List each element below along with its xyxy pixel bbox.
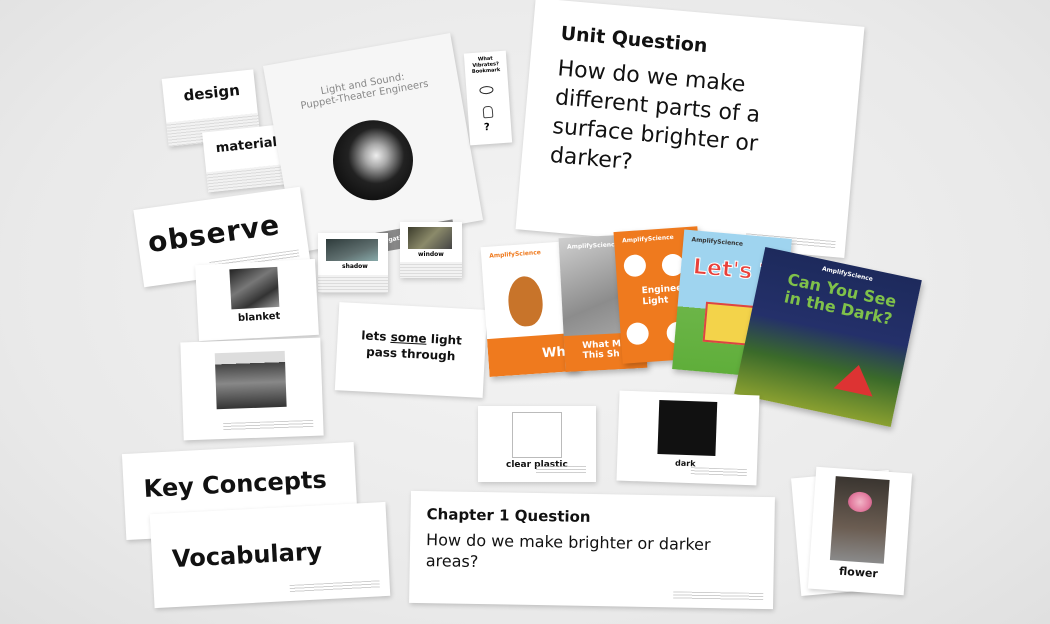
lemonade-fine-print: [223, 419, 314, 432]
some-text: some: [390, 329, 428, 346]
book-engineer-circle-3: [625, 321, 650, 346]
unit-question-text: How do we make different parts of a surf…: [548, 56, 762, 176]
window-photo: [408, 227, 452, 249]
pass-through-text: pass through: [365, 344, 456, 364]
chapter-question-fine-print: [673, 591, 764, 601]
book-dark-title: Can You See in the Dark?: [782, 269, 899, 329]
book-what-brand: AmplifyScience: [488, 249, 542, 260]
window-word: window: [418, 251, 444, 258]
book-engineer-brand: AmplifyScience: [621, 233, 674, 245]
vocabulary-card: Vocabulary: [149, 501, 391, 609]
book-lets-test-brand: AmplifyScience: [691, 236, 744, 248]
shadow-word: shadow: [342, 263, 368, 270]
lets-text: lets: [361, 328, 392, 344]
clear-plastic-fine-print: [536, 466, 586, 474]
window-card-stack: window: [400, 222, 462, 278]
lets-some-light-text: lets some light pass through: [336, 326, 485, 366]
bookmark: What Vibrates? Bookmark ?: [463, 50, 513, 146]
tent-image: [833, 360, 879, 397]
guitar-image: [506, 275, 545, 328]
design-word: design: [182, 80, 241, 105]
material-word: material: [215, 134, 278, 157]
chapter-question-card: Chapter 1 Question How do we make bright…: [409, 490, 775, 610]
dark-card: dark: [616, 390, 760, 486]
clear-plastic-card: clear plastic: [478, 406, 596, 482]
flower-bloom: [847, 491, 873, 513]
shadow-card-stack-side: [318, 275, 388, 293]
question-icon: ?: [483, 121, 491, 134]
lemonade-photo-card: [180, 337, 324, 441]
bookmark-title: What Vibrates? Bookmark: [471, 55, 501, 76]
blanket-photo: [229, 266, 280, 310]
lets-some-light-card: lets some light pass through: [334, 302, 488, 398]
unit-question-heading: Unit Question: [559, 22, 709, 58]
dark-fine-print: [690, 467, 747, 478]
shadow-card-stack: shadow: [318, 233, 388, 293]
lemonade-photo: [214, 350, 287, 410]
book-can-you-see-in-the-dark: AmplifyScience Can You See in the Dark?: [734, 247, 922, 427]
notebook-title: Light and Sound: Puppet-Theater Engineer…: [268, 62, 459, 117]
blanket-card: blanket: [195, 258, 319, 342]
light-text: light: [426, 331, 463, 348]
flower-card: flower: [807, 466, 913, 596]
chapter-question-heading: Chapter 1 Question: [426, 505, 591, 526]
flower-photo: [829, 476, 890, 564]
key-concepts-word: Key Concepts: [143, 465, 328, 504]
chapter-question-text: How do we make brighter or darker areas?: [425, 530, 711, 572]
shadow-photo: [326, 239, 378, 261]
dark-swatch: [657, 399, 718, 456]
window-card-stack-side: [400, 262, 462, 278]
blanket-word: blanket: [237, 310, 281, 325]
unit-question-card: Unit Question How do we make different p…: [515, 0, 865, 258]
vocabulary-word: Vocabulary: [171, 537, 323, 574]
vocabulary-fine-print: [289, 580, 380, 594]
notebook-cover-image: [326, 113, 420, 207]
flower-word: flower: [838, 564, 879, 581]
book-engineer-circle-1: [623, 253, 647, 278]
observe-word: observe: [145, 207, 283, 260]
hand-icon: [482, 105, 494, 119]
eye-icon: [479, 85, 494, 95]
book-shadow-brand: AmplifyScience: [566, 241, 619, 251]
clear-plastic-swatch: [512, 412, 562, 458]
